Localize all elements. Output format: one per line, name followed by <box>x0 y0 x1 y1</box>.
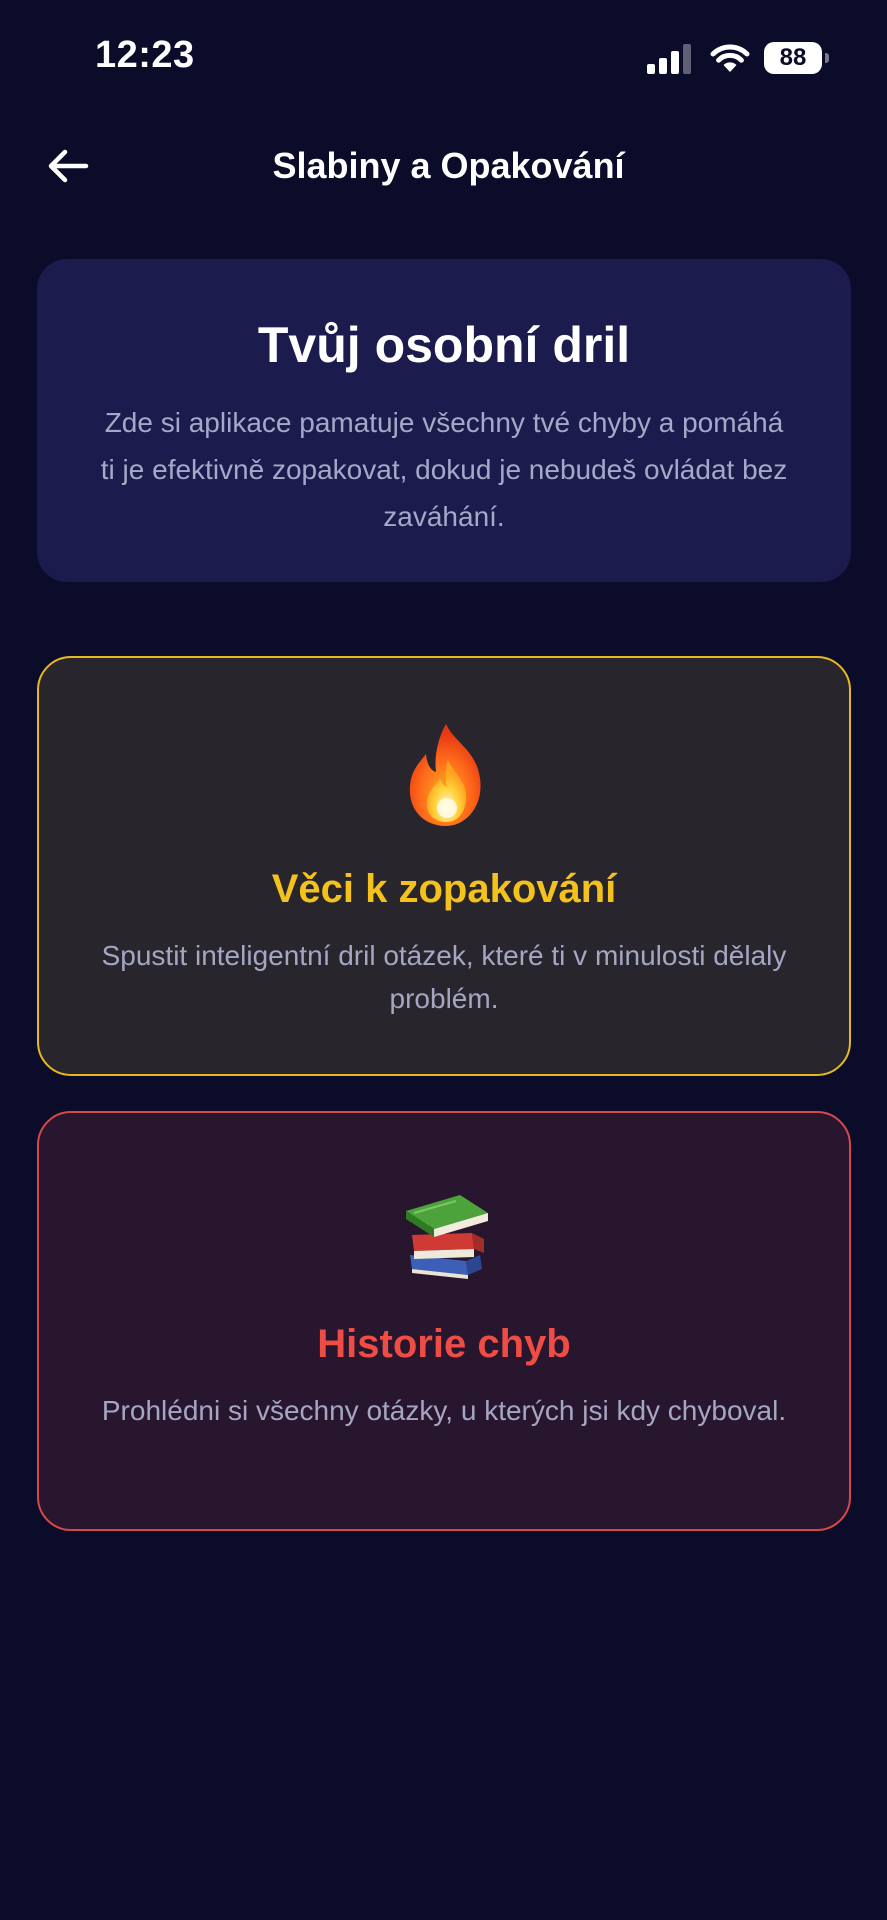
review-drill-card[interactable]: Věci k zopakování Spustit inteligentní d… <box>37 656 851 1076</box>
fire-icon <box>409 724 481 826</box>
books-icon <box>406 1195 488 1279</box>
intro-title: Tvůj osobní dril <box>257 317 631 373</box>
battery-cap <box>825 53 829 63</box>
wifi-icon <box>710 44 750 72</box>
intro-card: Tvůj osobní dril Zde si aplikace pamatuj… <box>37 259 851 582</box>
screen: 12:23 88 Slabiny a Opakování Tvůj osobní… <box>0 0 887 1920</box>
arrow-left-icon <box>48 149 89 183</box>
back-button[interactable] <box>40 138 96 194</box>
history-card-description: Prohlédni si všechny otázky, u kterých j… <box>101 1395 787 1426</box>
battery-icon: 88 <box>764 42 830 74</box>
mistake-history-card[interactable]: Historie chyb Prohlédni si všechny otázk… <box>37 1111 851 1531</box>
signal-icon <box>647 44 691 74</box>
intro-text: Zde si aplikace pamatuje všechny tvé chy… <box>100 407 788 532</box>
history-card-title: Historie chyb <box>317 1322 571 1366</box>
status-bar: 12:23 88 <box>0 0 887 110</box>
review-card-title: Věci k zopakování <box>271 867 617 911</box>
status-time: 12:23 <box>95 34 195 76</box>
battery-body: 88 <box>764 42 822 74</box>
review-card-description: Spustit inteligentní dril otázek, které … <box>101 940 787 1014</box>
page-title: Slabiny a Opakování <box>272 145 625 186</box>
battery-level: 88 <box>779 44 807 71</box>
